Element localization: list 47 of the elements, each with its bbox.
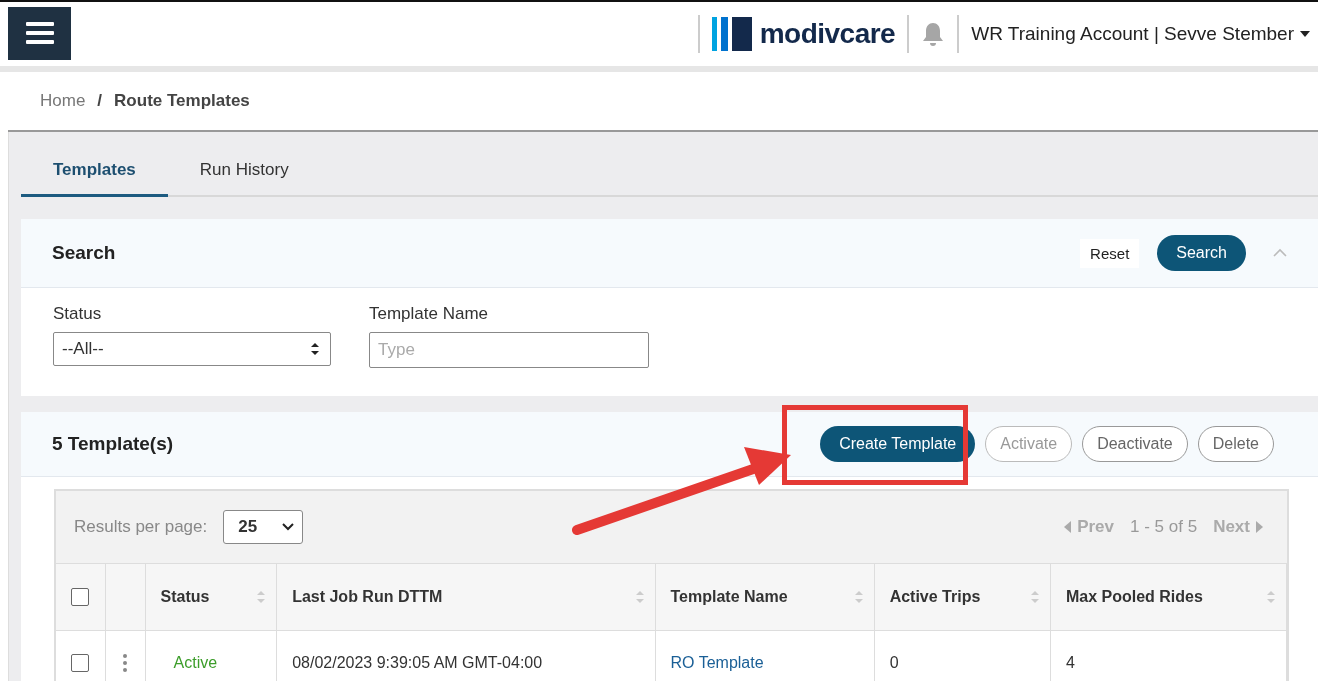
checkbox[interactable]	[71, 588, 90, 606]
status-text: Active	[145, 631, 278, 681]
tab[interactable]: Templates	[21, 150, 168, 197]
table-cell: 08/02/2023 9:39:05 AM GMT-04:00	[277, 631, 656, 681]
column-header[interactable]: Max Pooled Rides	[1050, 564, 1287, 630]
sort-icon	[256, 590, 267, 604]
column-header[interactable]: Last Job Run DTTM	[277, 564, 656, 630]
account-menu[interactable]: WR Training Account | Sevve Stember	[971, 23, 1310, 45]
table-cell: 4	[1050, 631, 1287, 681]
input-field[interactable]: Type	[369, 332, 649, 368]
column-header[interactable]: Template Name	[655, 564, 875, 630]
field-label: Status	[53, 304, 103, 324]
chevron-down-icon	[282, 523, 295, 531]
kebab-icon[interactable]	[123, 654, 128, 672]
checkbox[interactable]	[71, 654, 90, 672]
logo-icon	[711, 17, 752, 51]
sort-caret-icon	[310, 342, 320, 356]
tab[interactable]: Run History	[167, 150, 321, 197]
template-link[interactable]: RO Template	[670, 654, 764, 672]
status-select[interactable]: --All--	[53, 332, 331, 366]
column-header[interactable]: Status	[145, 564, 278, 630]
page-range: 1 - 5 of 5	[1130, 517, 1198, 537]
breadcrumb-link[interactable]: Home	[40, 91, 86, 111]
reset-button[interactable]: Reset	[1080, 238, 1140, 268]
per-page-label: Results per page:	[74, 517, 208, 537]
right-triangle-icon	[1256, 521, 1263, 533]
search-button[interactable]: Search	[1157, 235, 1246, 271]
sort-icon	[853, 590, 864, 604]
logo-text: modivcare	[759, 18, 896, 50]
per-page-select[interactable]: 25	[223, 510, 304, 544]
menu-icon	[25, 22, 54, 44]
sort-icon	[1029, 590, 1040, 604]
table-cell: 0	[874, 631, 1051, 681]
sort-icon	[634, 590, 645, 604]
panel-title: 5 Template(s)	[52, 433, 174, 455]
column-header[interactable]: Active Trips	[874, 564, 1051, 630]
sort-icon	[1266, 590, 1276, 604]
left-triangle-icon	[1064, 521, 1072, 533]
panel-title: Search	[52, 242, 116, 264]
breadcrumb-separator: /	[97, 91, 103, 111]
create-button[interactable]: Create Template	[820, 426, 976, 462]
caret-icon	[1300, 31, 1310, 37]
field-label: Template Name	[369, 304, 490, 324]
menu-button[interactable]	[8, 6, 71, 60]
action-button[interactable]: Deactivate	[1082, 426, 1188, 462]
breadcrumb-current: Route Templates	[114, 91, 250, 111]
action-button[interactable]: Delete	[1197, 426, 1274, 462]
